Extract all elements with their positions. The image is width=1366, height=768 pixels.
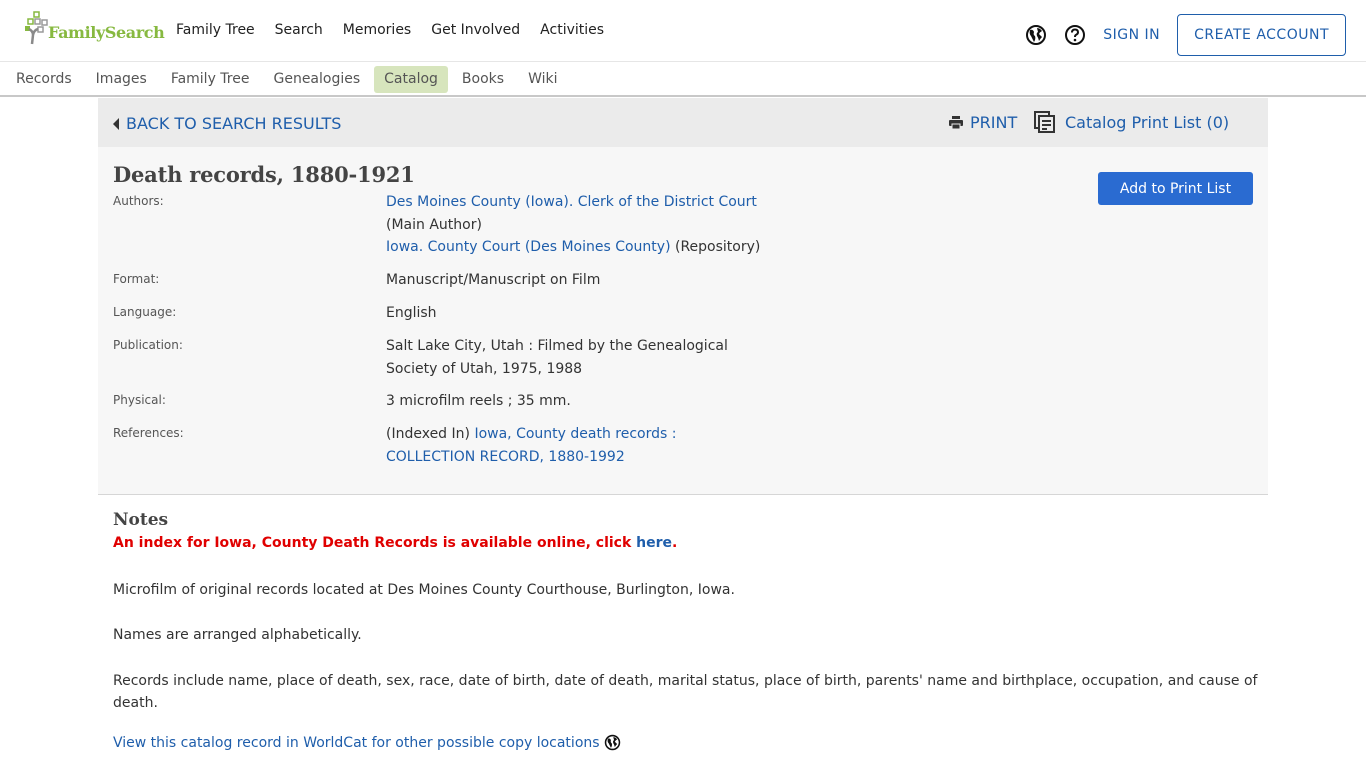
physical-value: 3 microfilm reels ; 35 mm. (386, 393, 571, 409)
caret-left-icon (113, 117, 119, 130)
authors-value: Des Moines County (Iowa). Clerk of the D… (386, 191, 760, 259)
print-list-label: Catalog Print List (0) (1065, 112, 1230, 132)
note-paragraph: Names are arranged alphabetically. (113, 627, 362, 643)
subnav-records[interactable]: Records (6, 66, 82, 93)
reference-link-continued[interactable]: COLLECTION RECORD, 1880-1992 (386, 449, 625, 465)
repository-link[interactable]: Iowa. County Court (Des Moines County) (386, 239, 671, 255)
print-label: PRINT (970, 113, 1018, 132)
alert-end: . (672, 535, 678, 551)
nav-search[interactable]: Search (275, 22, 323, 38)
publication-line-2: Society of Utah, 1975, 1988 (386, 360, 583, 377)
record-title: Death records, 1880-1921 (113, 162, 415, 187)
print-link[interactable]: PRINT (948, 113, 1017, 132)
add-to-print-list-button[interactable]: Add to Print List (1098, 172, 1253, 205)
authors-label: Authors: (113, 194, 164, 208)
references-value: (Indexed In) Iowa, County death records … (386, 423, 676, 468)
reference-link[interactable]: Iowa, County death records : (474, 426, 676, 442)
references-prefix: (Indexed In) (386, 426, 470, 442)
globe-icon[interactable] (1025, 24, 1047, 46)
references-label: References: (113, 426, 184, 440)
help-circle-icon[interactable] (1064, 24, 1086, 46)
worldcat-link[interactable]: View this catalog record in WorldCat for… (113, 734, 621, 751)
note-paragraph: Records include name, place of death, se… (113, 673, 1258, 711)
globe-icon (604, 734, 620, 751)
subnav-catalog[interactable]: Catalog (374, 66, 448, 93)
format-label: Format: (113, 272, 160, 286)
back-to-search-results-link[interactable]: BACK TO SEARCH RESULTS (113, 114, 341, 133)
catalog-print-list-link[interactable]: Catalog Print List (0) (1034, 111, 1229, 133)
subnav-genealogies[interactable]: Genealogies (263, 66, 370, 93)
physical-label: Physical: (113, 393, 166, 407)
main-author-role: (Main Author) (386, 216, 482, 233)
nav-get-involved[interactable]: Get Involved (431, 22, 520, 38)
language-value: English (386, 305, 437, 321)
here-link[interactable]: here (636, 535, 672, 551)
index-available-alert: An index for Iowa, County Death Records … (113, 535, 677, 551)
format-value: Manuscript/Manuscript on Film (386, 272, 601, 288)
alert-text: An index for Iowa, County Death Records … (113, 535, 637, 551)
note-paragraph: Microfilm of original records located at… (113, 582, 735, 598)
top-header: FamilySearch Family Tree Search Memories… (0, 0, 1366, 62)
create-account-button[interactable]: CREATE ACCOUNT (1177, 14, 1346, 56)
repository-role: (Repository) (675, 239, 761, 255)
action-bar: BACK TO SEARCH RESULTS PRINT Catalog Pri… (98, 98, 1268, 147)
subnav-images[interactable]: Images (86, 66, 157, 93)
familysearch-logo[interactable]: FamilySearch (24, 9, 165, 45)
subnav-wiki[interactable]: Wiki (518, 66, 567, 93)
utility-nav: SIGN IN CREATE ACCOUNT (1025, 14, 1346, 56)
record-details: Death records, 1880-1921 Add to Print Li… (98, 147, 1268, 495)
publication-value: Salt Lake City, Utah : Filmed by the Gen… (386, 335, 728, 380)
nav-family-tree[interactable]: Family Tree (176, 22, 255, 38)
worldcat-label: View this catalog record in WorldCat for… (113, 734, 600, 751)
sign-in-link[interactable]: SIGN IN (1103, 27, 1160, 43)
subnav-books[interactable]: Books (452, 66, 514, 93)
brand-name: FamilySearch (48, 23, 165, 42)
back-label: BACK TO SEARCH RESULTS (126, 114, 342, 133)
print-list-icon (1034, 111, 1055, 133)
nav-activities[interactable]: Activities (540, 22, 604, 38)
subnav-family-tree[interactable]: Family Tree (161, 66, 260, 93)
secondary-nav: Records Images Family Tree Genealogies C… (0, 62, 1366, 97)
language-label: Language: (113, 305, 177, 319)
nav-memories[interactable]: Memories (343, 22, 411, 38)
publication-line-1: Salt Lake City, Utah : Filmed by the Gen… (386, 338, 728, 354)
tree-logo-icon (25, 11, 48, 45)
printer-icon (949, 116, 963, 130)
notes-heading: Notes (113, 510, 169, 530)
publication-label: Publication: (113, 338, 183, 352)
primary-nav: Family Tree Search Memories Get Involved… (176, 22, 604, 38)
main-author-link[interactable]: Des Moines County (Iowa). Clerk of the D… (386, 194, 757, 210)
